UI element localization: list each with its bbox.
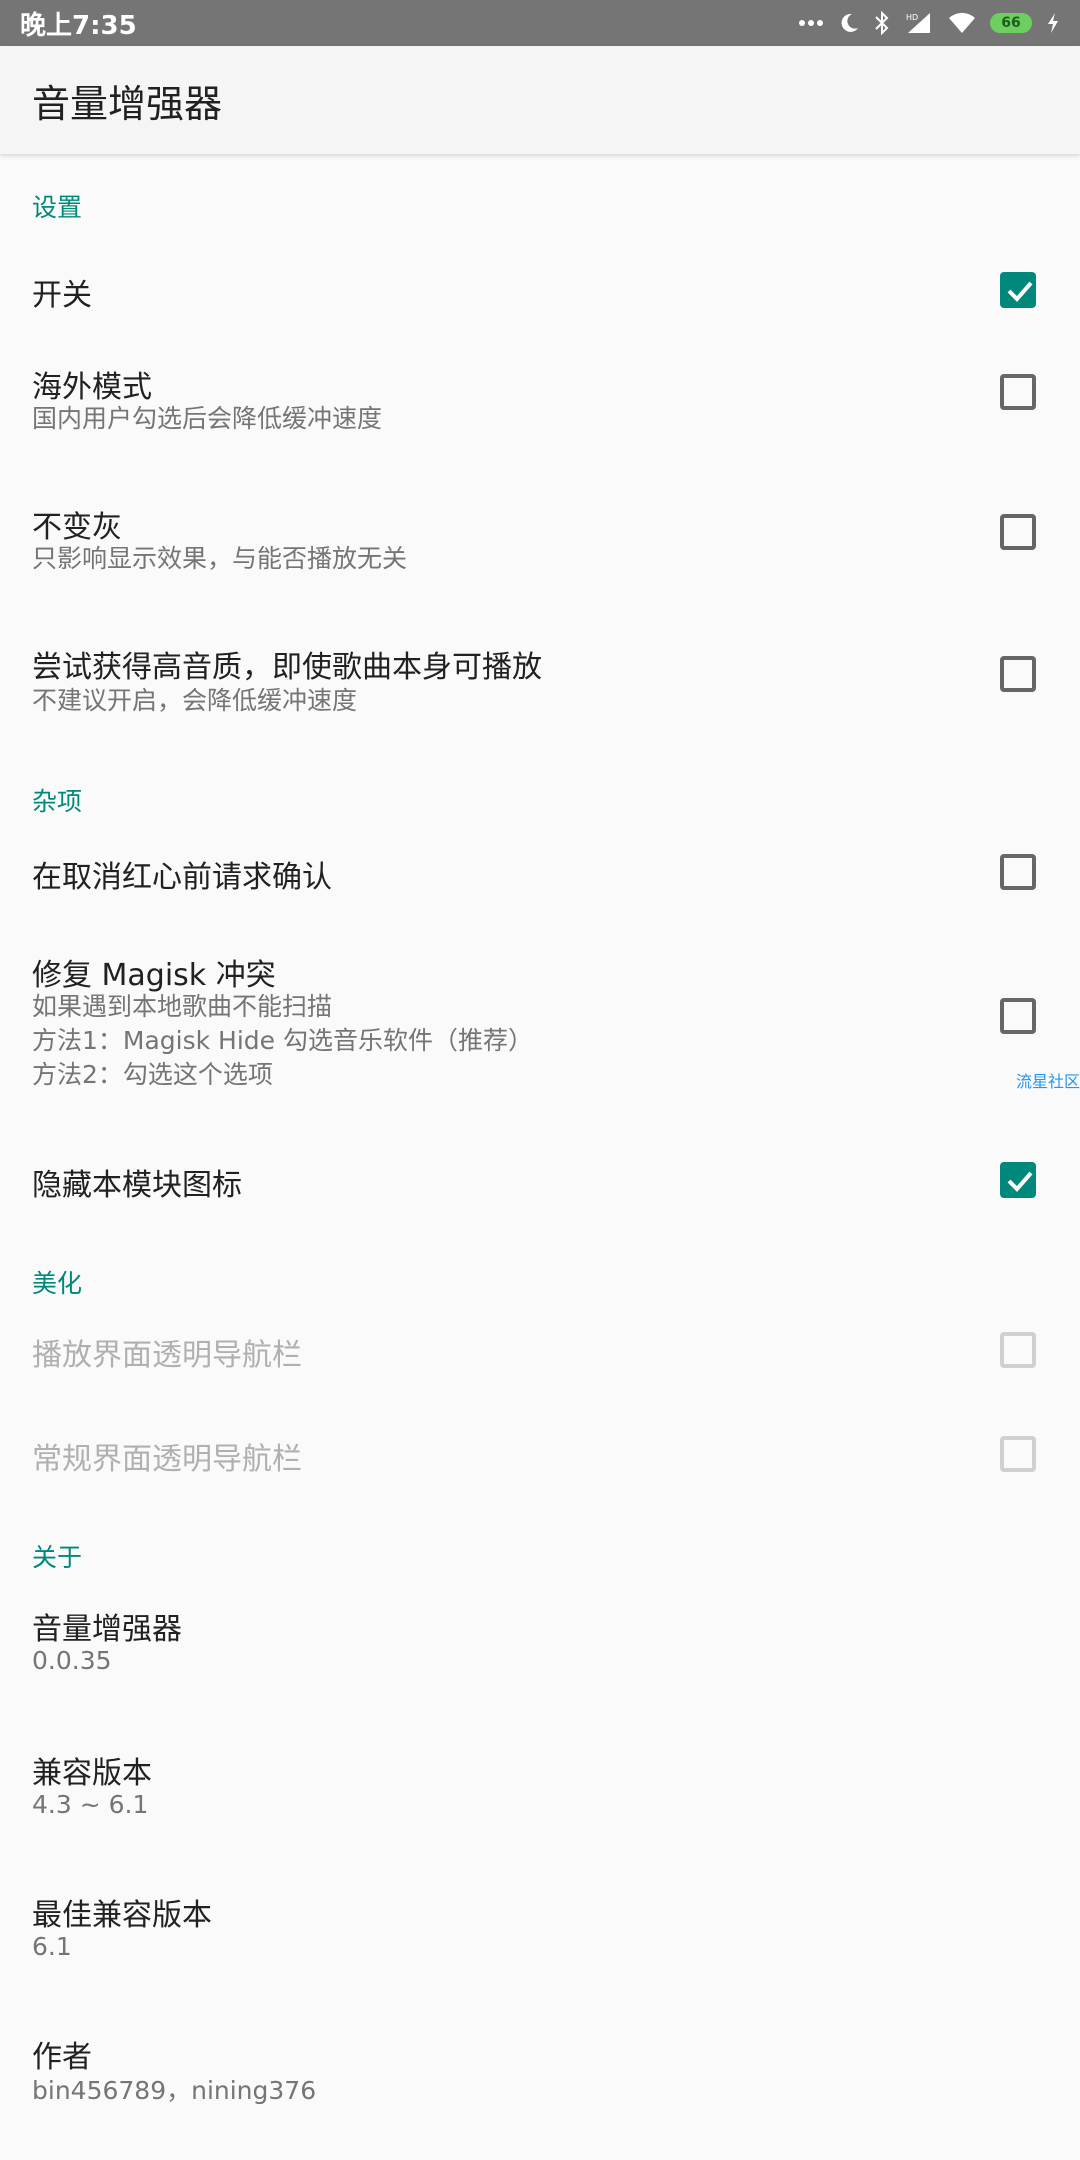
pref-normal-nav: 常规界面透明导航栏: [0, 1418, 1080, 1508]
app-title: 音量增强器: [32, 81, 223, 126]
pref-switch-checkbox[interactable]: [1000, 272, 1036, 308]
pref-player-nav: 播放界面透明导航栏: [0, 1314, 1080, 1404]
pref-hide-icon-checkbox[interactable]: [1000, 1162, 1036, 1198]
pref-high-quality-summary: 不建议开启，会降低缓冲速度: [32, 686, 358, 715]
status-bar: 晚上7:35 HD 66: [0, 0, 1080, 46]
pref-compat[interactable]: 兼容版本 4.3 ~ 6.1: [0, 1734, 1080, 1854]
hd-signal-icon: HD: [906, 13, 930, 33]
pref-player-nav-checkbox: [1000, 1332, 1036, 1368]
pref-overseas[interactable]: 海外模式 国内用户勾选后会降低缓冲速度: [0, 354, 1080, 474]
category-settings: 设置: [32, 193, 83, 222]
pref-high-quality-checkbox[interactable]: [1000, 656, 1036, 692]
pref-overseas-title: 海外模式: [32, 370, 152, 405]
pref-no-gray-title: 不变灰: [32, 510, 122, 545]
battery-icon: 66: [990, 13, 1032, 33]
pref-about-app[interactable]: 音量增强器 0.0.35: [0, 1594, 1080, 1714]
watermark: 流星社区: [1016, 1072, 1080, 1091]
pref-switch[interactable]: 开关: [0, 246, 1080, 336]
pref-hide-icon[interactable]: 隐藏本模块图标: [0, 1154, 1080, 1244]
pref-switch-title: 开关: [32, 278, 92, 313]
pref-magisk-title: 修复 Magisk 冲突: [32, 958, 276, 993]
pref-player-nav-title: 播放界面透明导航栏: [32, 1338, 302, 1373]
pref-no-gray-summary: 只影响显示效果，与能否播放无关: [32, 544, 408, 573]
check-icon: [1007, 281, 1033, 302]
bluetooth-icon: [875, 11, 889, 35]
pref-confirm-unlike[interactable]: 在取消红心前请求确认: [0, 840, 1080, 930]
category-about: 关于: [32, 1543, 83, 1572]
pref-best-compat-title: 最佳兼容版本: [32, 1898, 212, 1933]
pref-high-quality[interactable]: 尝试获得高音质，即使歌曲本身可播放 不建议开启，会降低缓冲速度: [0, 634, 1080, 754]
pref-magisk-summary-line-1: 如果遇到本地歌曲不能扫描: [32, 992, 333, 1021]
pref-about-app-title: 音量增强器: [32, 1612, 182, 1647]
pref-normal-nav-checkbox: [1000, 1436, 1036, 1472]
status-icons: HD 66: [798, 11, 1060, 35]
pref-compat-summary: 4.3 ~ 6.1: [32, 1790, 149, 1819]
check-icon: [1007, 1171, 1033, 1192]
pref-about-app-summary: 0.0.35: [32, 1646, 112, 1675]
pref-no-gray[interactable]: 不变灰 只影响显示效果，与能否播放无关: [0, 494, 1080, 614]
battery-level: 66: [990, 13, 1032, 33]
pref-overseas-summary: 国内用户勾选后会降低缓冲速度: [32, 404, 383, 433]
category-misc: 杂项: [32, 787, 83, 816]
app-bar: 音量增强器: [0, 46, 1080, 154]
svg-text:HD: HD: [906, 13, 918, 22]
pref-magisk[interactable]: 修复 Magisk 冲突 如果遇到本地歌曲不能扫描 方法1：Magisk Hid…: [0, 944, 1080, 1104]
moon-icon: [841, 13, 858, 32]
pref-hide-icon-title: 隐藏本模块图标: [32, 1168, 242, 1203]
pref-author[interactable]: 作者 bin456789，nining376: [0, 2016, 1080, 2136]
pref-author-title: 作者: [32, 2040, 92, 2075]
pref-best-compat[interactable]: 最佳兼容版本 6.1: [0, 1876, 1080, 1996]
more-dots-icon: [799, 20, 823, 26]
pref-author-summary: bin456789，nining376: [32, 2076, 317, 2105]
pref-magisk-summary-line-3: 方法2：勾选这个选项: [32, 1060, 273, 1089]
pref-overseas-checkbox[interactable]: [1000, 374, 1036, 410]
pref-confirm-unlike-checkbox[interactable]: [1000, 854, 1036, 890]
pref-magisk-checkbox[interactable]: [1000, 998, 1036, 1034]
category-beautify: 美化: [32, 1269, 83, 1298]
pref-best-compat-summary: 6.1: [32, 1932, 72, 1961]
pref-magisk-summary-line-2: 方法1：Magisk Hide 勾选音乐软件（推荐）: [32, 1026, 534, 1055]
charging-icon: [1048, 13, 1058, 33]
pref-normal-nav-title: 常规界面透明导航栏: [32, 1442, 302, 1477]
status-time: 晚上7:35: [20, 10, 137, 41]
pref-no-gray-checkbox[interactable]: [1000, 514, 1036, 550]
pref-compat-title: 兼容版本: [32, 1756, 152, 1791]
pref-confirm-unlike-title: 在取消红心前请求确认: [32, 860, 332, 895]
pref-high-quality-title: 尝试获得高音质，即使歌曲本身可播放: [32, 650, 542, 685]
wifi-icon: [949, 12, 975, 33]
